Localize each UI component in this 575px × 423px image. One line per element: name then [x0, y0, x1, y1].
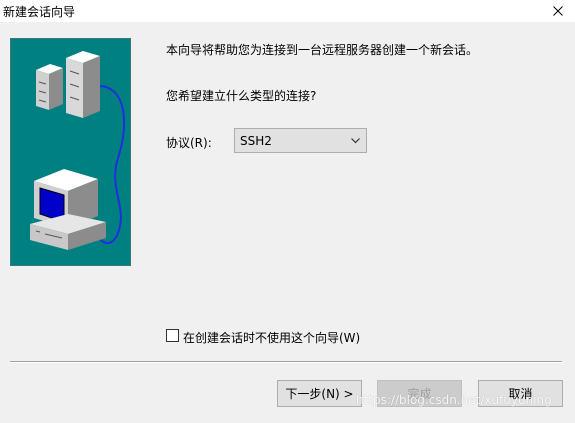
server-small-icon — [36, 64, 63, 110]
connection-type-question: 您希望建立什么类型的连接? — [166, 89, 317, 103]
divider — [10, 361, 562, 363]
title-bar: 新建会话向导 — [0, 0, 575, 22]
protocol-select-value: SSH2 — [240, 134, 272, 148]
close-icon — [553, 6, 563, 16]
skip-wizard-checkbox[interactable] — [166, 329, 179, 342]
server-tall-icon — [66, 51, 100, 118]
protocol-select[interactable]: SSH2 — [234, 128, 367, 153]
chevron-down-icon — [351, 138, 360, 144]
watermark: https://blog.csdn.net/xufuyuning — [356, 393, 552, 407]
server-workstation-illustration — [10, 38, 131, 266]
skip-wizard-label: 在创建会话时不使用这个向导(W) — [183, 331, 361, 345]
next-button[interactable]: 下一步(N) > — [277, 380, 362, 407]
close-button[interactable] — [541, 0, 575, 22]
window-title: 新建会话向导 — [3, 5, 76, 19]
intro-text: 本向导将帮助您为连接到一台远程服务器创建一个新会话。 — [166, 43, 479, 57]
protocol-label: 协议(R): — [166, 136, 212, 150]
